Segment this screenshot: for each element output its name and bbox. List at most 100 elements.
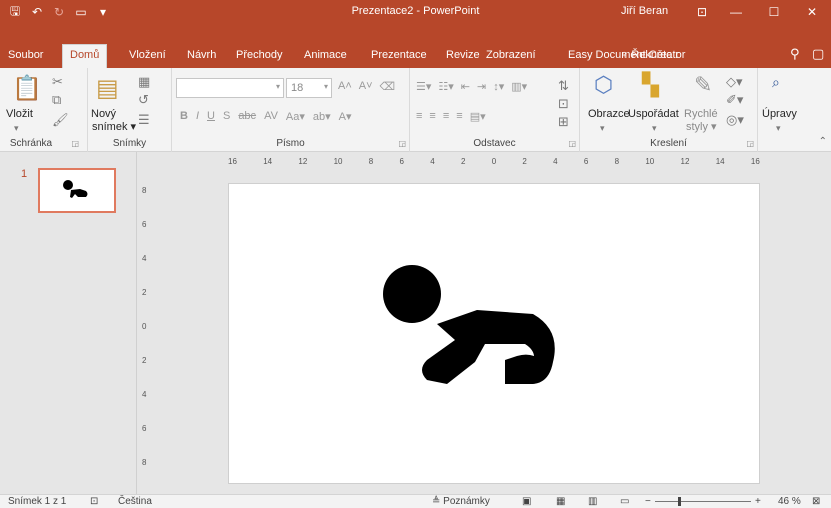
spellcheck-icon[interactable]: ⊡ bbox=[90, 496, 98, 507]
tab-home[interactable]: Domů bbox=[62, 44, 108, 68]
zoom-slider[interactable] bbox=[655, 501, 751, 502]
bullets-icon[interactable]: ☰▾ bbox=[416, 80, 431, 93]
shape-effects-icon[interactable]: ◎▾ bbox=[726, 112, 744, 128]
notes-button[interactable]: ≜ Poznámky bbox=[432, 496, 490, 507]
close-button[interactable]: ✕ bbox=[793, 0, 831, 24]
start-slideshow-icon[interactable]: ▭ bbox=[72, 2, 90, 22]
tab-design[interactable]: Návrh bbox=[187, 49, 216, 61]
align-text-icon[interactable]: ⊡ bbox=[558, 96, 569, 112]
decrease-indent-icon[interactable]: ⇤ bbox=[461, 80, 470, 93]
zoom-in-button[interactable]: + bbox=[755, 496, 761, 507]
paragraph-launcher-icon[interactable]: ◲ bbox=[568, 139, 576, 148]
bold-icon[interactable]: B bbox=[180, 110, 188, 123]
section-icon[interactable]: ☰ bbox=[138, 112, 150, 128]
justify-icon[interactable]: ≡ bbox=[456, 110, 462, 123]
tab-review[interactable]: Revize bbox=[446, 49, 480, 61]
ribbon-display-options-icon[interactable]: ⊡ bbox=[687, 0, 717, 24]
minimize-button[interactable]: — bbox=[717, 0, 755, 24]
window-controls: ⊡ — ☐ ✕ bbox=[687, 0, 831, 24]
font-color-icon[interactable]: A▾ bbox=[339, 110, 352, 123]
collapse-ribbon-icon[interactable]: ⌃ bbox=[819, 136, 827, 147]
tell-me-search[interactable]: ♀ Řekněte r bbox=[620, 49, 679, 61]
paste-button[interactable]: Vložit bbox=[6, 108, 33, 120]
comments-icon[interactable]: ▢ bbox=[812, 46, 824, 62]
crawling-baby-icon[interactable] bbox=[229, 184, 761, 485]
shapes-icon[interactable]: ⬡ bbox=[594, 72, 613, 98]
customize-qat-icon[interactable]: ▾ bbox=[94, 2, 112, 22]
columns-icon[interactable]: ▥▾ bbox=[511, 80, 527, 93]
increase-indent-icon[interactable]: ⇥ bbox=[477, 80, 486, 93]
line-spacing-icon[interactable]: ↕▾ bbox=[493, 80, 504, 93]
quick-styles-button-line2[interactable]: styly ▾ bbox=[686, 121, 717, 133]
arrange-chevron-icon[interactable]: ▾ bbox=[652, 123, 657, 134]
align-left-icon[interactable]: ≡ bbox=[416, 110, 422, 123]
decrease-font-icon[interactable]: A˅ bbox=[359, 80, 373, 93]
share-icon[interactable]: ⚲ bbox=[790, 46, 800, 62]
paste-icon[interactable]: 📋 bbox=[12, 74, 42, 103]
highlight-icon[interactable]: ab▾ bbox=[313, 110, 331, 123]
tab-insert[interactable]: Vložení bbox=[129, 49, 166, 61]
editing-chevron-icon[interactable]: ▾ bbox=[776, 123, 781, 134]
strikethrough-icon[interactable]: abc bbox=[238, 110, 256, 123]
underline-icon[interactable]: U bbox=[207, 110, 215, 123]
tab-animations[interactable]: Animace bbox=[304, 49, 347, 61]
columns-split-icon[interactable]: ▤▾ bbox=[470, 110, 486, 123]
redo-icon[interactable]: ↻ bbox=[50, 2, 68, 22]
shapes-button[interactable]: Obrazce bbox=[588, 108, 630, 120]
undo-icon[interactable]: ↶ bbox=[28, 2, 46, 22]
shapes-chevron-icon[interactable]: ▾ bbox=[600, 123, 605, 134]
zoom-level[interactable]: 46 % bbox=[778, 496, 801, 507]
font-name-combo[interactable]: ▾ bbox=[176, 78, 284, 98]
reset-icon[interactable]: ↺ bbox=[138, 92, 149, 108]
align-center-icon[interactable]: ≡ bbox=[429, 110, 435, 123]
align-right-icon[interactable]: ≡ bbox=[443, 110, 449, 123]
arrange-button[interactable]: Uspořádat bbox=[628, 108, 679, 120]
editing-button[interactable]: Úpravy bbox=[762, 108, 797, 120]
format-painter-icon[interactable]: 🖌 bbox=[52, 112, 69, 128]
slide-canvas[interactable] bbox=[228, 183, 760, 484]
layout-icon[interactable]: ▦ bbox=[138, 74, 150, 90]
reading-view-icon[interactable]: ▥ bbox=[588, 496, 597, 507]
quick-styles-icon[interactable]: ✎ bbox=[694, 72, 712, 98]
new-slide-icon[interactable]: ▤ bbox=[96, 74, 119, 103]
change-case-icon[interactable]: Aa▾ bbox=[286, 110, 305, 123]
clear-formatting-icon[interactable]: ⌫ bbox=[380, 80, 396, 93]
zoom-slider-thumb[interactable] bbox=[678, 497, 681, 506]
zoom-out-button[interactable]: − bbox=[645, 496, 651, 507]
slide-thumbnail[interactable] bbox=[38, 168, 116, 213]
tab-transitions[interactable]: Přechody bbox=[236, 49, 282, 61]
tab-slideshow[interactable]: Prezentace bbox=[371, 49, 427, 61]
italic-icon[interactable]: I bbox=[196, 110, 199, 123]
numbering-icon[interactable]: ☷▾ bbox=[438, 80, 453, 93]
language-indicator[interactable]: Čeština bbox=[118, 496, 152, 507]
chevron-down-icon[interactable]: ▾ bbox=[14, 123, 19, 134]
user-name[interactable]: Jiří Beran bbox=[621, 5, 668, 17]
quick-styles-button[interactable]: Rychlé bbox=[684, 108, 718, 120]
fit-slide-icon[interactable]: ⊠ bbox=[812, 496, 820, 507]
text-shadow-icon[interactable]: S bbox=[223, 110, 230, 123]
new-slide-button-line2[interactable]: snímek ▾ bbox=[92, 121, 136, 133]
maximize-button[interactable]: ☐ bbox=[755, 0, 793, 24]
tab-view[interactable]: Zobrazení bbox=[486, 49, 536, 61]
copy-icon[interactable]: ⧉ bbox=[52, 92, 61, 108]
clipboard-launcher-icon[interactable]: ◲ bbox=[71, 139, 79, 148]
search-icon[interactable]: ⌕ bbox=[772, 74, 780, 91]
cut-icon[interactable]: ✂ bbox=[52, 74, 63, 90]
font-size-combo[interactable]: 18 ▾ bbox=[286, 78, 332, 98]
tab-file[interactable]: Soubor bbox=[8, 49, 43, 61]
shape-fill-icon[interactable]: ◇▾ bbox=[726, 74, 743, 90]
save-icon[interactable]: 🖫 bbox=[6, 2, 24, 22]
new-slide-button[interactable]: Nový bbox=[91, 108, 116, 120]
normal-view-icon[interactable]: ▣ bbox=[522, 496, 531, 507]
slideshow-view-icon[interactable]: ▭ bbox=[620, 496, 629, 507]
text-direction-icon[interactable]: ⇅ bbox=[558, 78, 569, 94]
increase-font-icon[interactable]: A˄ bbox=[338, 80, 352, 93]
arrange-icon[interactable]: ▚ bbox=[642, 72, 659, 98]
shape-outline-icon[interactable]: ✐▾ bbox=[726, 92, 743, 108]
pane-separator[interactable] bbox=[136, 152, 137, 494]
slide-sorter-icon[interactable]: ▦ bbox=[556, 496, 565, 507]
font-launcher-icon[interactable]: ◲ bbox=[398, 139, 406, 148]
convert-smartart-icon[interactable]: ⊞ bbox=[558, 114, 569, 130]
drawing-launcher-icon[interactable]: ◲ bbox=[746, 139, 754, 148]
character-spacing-icon[interactable]: AV bbox=[264, 110, 278, 123]
